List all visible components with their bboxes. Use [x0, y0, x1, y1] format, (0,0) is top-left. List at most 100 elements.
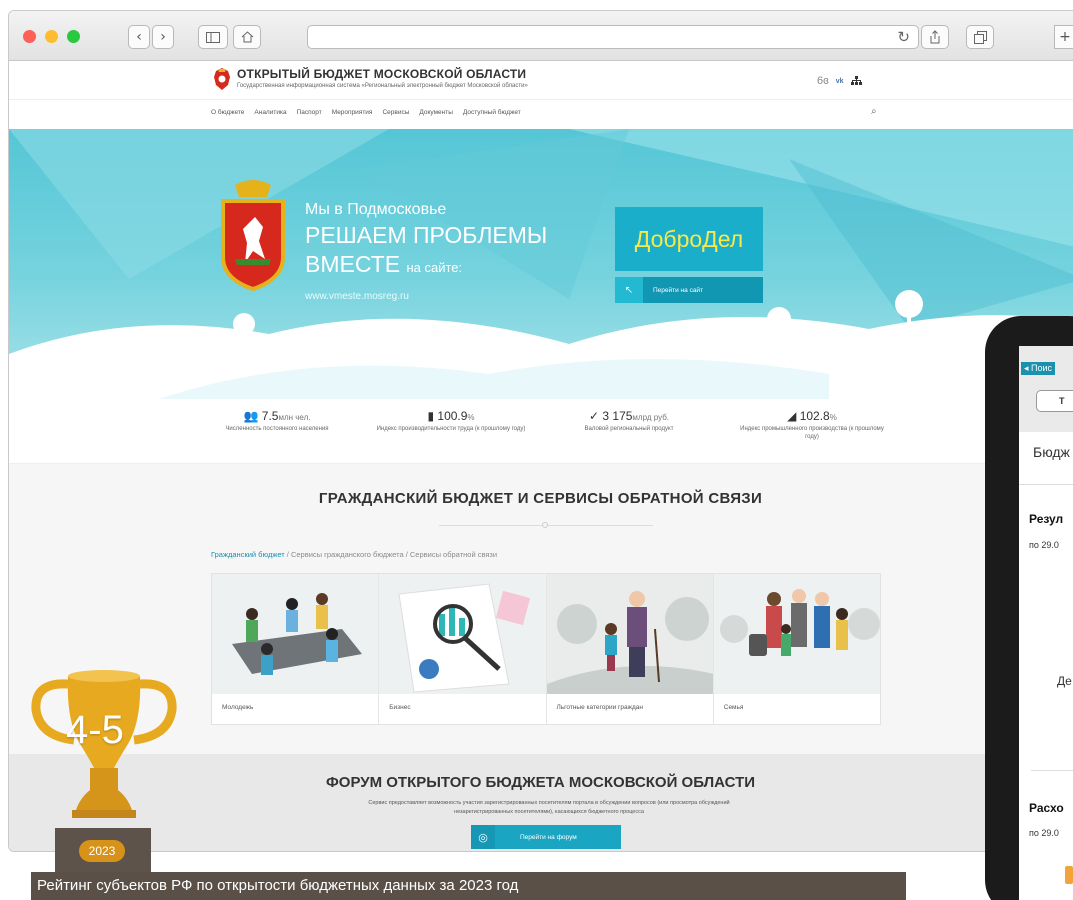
back-button[interactable]: ‹: [128, 25, 150, 49]
stat-unit: %: [467, 413, 475, 422]
nav-item-documents[interactable]: Документы: [419, 109, 453, 116]
zoom-window-button[interactable]: [67, 30, 80, 43]
nav-item-services[interactable]: Сервисы: [382, 109, 409, 116]
stat-population: 👥 7.5млн чел. Численность постоянного на…: [202, 409, 352, 433]
banner-line3-big: ВМЕСТЕ: [305, 251, 401, 277]
banner-line3: ВМЕСТЕ на сайте:: [305, 251, 462, 278]
card-caption: Молодежь: [222, 704, 254, 711]
stat-label: Численность постоянного населения: [225, 426, 329, 432]
phone-section-expenses: Расхо: [1029, 801, 1064, 815]
card-family[interactable]: Семья: [713, 574, 880, 724]
forward-button[interactable]: ›: [152, 25, 174, 49]
site-header: ОТКРЫТЫЙ БЮДЖЕТ МОСКОВСКОЙ ОБЛАСТИ Госуд…: [9, 61, 1073, 99]
plus-icon: +: [1059, 29, 1071, 45]
banner-url[interactable]: www.vmeste.mosreg.ru: [305, 291, 409, 302]
sidebar-button[interactable]: [198, 25, 228, 49]
share-button[interactable]: [921, 25, 949, 49]
stat-label: Валовой региональный продукт: [584, 426, 674, 432]
phone-section-results: Резул: [1029, 512, 1064, 526]
card-caption: Льготные категории граждан: [556, 704, 643, 711]
sidebar-icon: [206, 31, 220, 43]
phone-tab-button[interactable]: Т: [1036, 390, 1073, 412]
screenshot: ‹ › ↻ + ОТКРЫТЫЙ БЮДЖЕТ МОСКОВСКОЙ ОБЛАС…: [0, 0, 1073, 900]
card-youth[interactable]: Молодежь: [212, 574, 380, 724]
banner-background: [9, 129, 1073, 399]
stat-industrial: ◢ 102.8% Индекс промышленного производст…: [737, 409, 887, 441]
browser-toolbar: ‹ › ↻ +: [9, 11, 1073, 61]
card-image: [713, 574, 880, 694]
nav-item-accessible-budget[interactable]: Доступный бюджет: [463, 109, 521, 116]
search-icon[interactable]: ⌕: [871, 106, 877, 117]
stat-value: 100.9: [437, 409, 468, 423]
dobrodel-logo[interactable]: ДоброДел: [615, 207, 763, 271]
tabs-button[interactable]: [966, 25, 994, 49]
card-caption: Бизнес: [389, 704, 411, 711]
nav-item-passport[interactable]: Паспорт: [297, 109, 322, 116]
divider: [1019, 484, 1073, 485]
moscow-oblast-emblem-icon: [221, 180, 285, 291]
card-caption: Семья: [723, 704, 744, 711]
share-icon: [930, 30, 940, 44]
breadcrumb-civic-budget[interactable]: Гражданский бюджет: [211, 550, 285, 559]
cursor-icon: ↖: [615, 277, 643, 303]
sitemap-icon[interactable]: [850, 76, 862, 86]
divider-dot: [542, 522, 548, 528]
breadcrumb-feedback-services: Сервисы обратной связи: [409, 550, 498, 559]
award-year-badge: 2023: [79, 840, 125, 862]
banner-line2: РЕШАЕМ ПРОБЛЕМЫ: [305, 222, 548, 248]
go-to-site-button[interactable]: ↖ Перейти на сайт: [615, 277, 763, 303]
header-icons: 6ɞ vk: [817, 75, 862, 87]
phone-date: по 29.0: [1029, 828, 1059, 838]
breadcrumb-civic-services[interactable]: Сервисы гражданского бюджета: [291, 550, 404, 559]
chat-icon: ◎: [471, 825, 495, 849]
card-benefit-categories[interactable]: Льготные категории граждан: [546, 574, 714, 724]
stat-value: 3 175: [602, 409, 633, 423]
award-caption: Рейтинг субъектов РФ по открытости бюдже…: [31, 872, 906, 900]
coat-of-arms-icon[interactable]: [211, 67, 233, 91]
section-title: ГРАЖДАНСКИЙ БЮДЖЕТ И СЕРВИСЫ ОБРАТНОЙ СВ…: [318, 490, 763, 507]
site-title[interactable]: ОТКРЫТЫЙ БЮДЖЕТ МОСКОВСКОЙ ОБЛАСТИ: [237, 67, 526, 81]
nav-item-about-budget[interactable]: О бюджете: [211, 109, 244, 116]
stat-value: 102.8: [799, 409, 830, 423]
close-window-button[interactable]: [23, 30, 36, 43]
card-business[interactable]: Бизнес: [379, 574, 547, 724]
business-illustration: [379, 574, 546, 694]
banner-line1: Мы в Подмосковье: [305, 201, 447, 218]
hero-banner[interactable]: Мы в Подмосковье РЕШАЕМ ПРОБЛЕМЫ ВМЕСТЕ …: [9, 129, 1073, 399]
banner-line3-small: на сайте:: [406, 260, 463, 275]
breadcrumb: Гражданский бюджет / Сервисы гражданског…: [211, 550, 498, 559]
stat-unit: млрд руб.: [632, 413, 669, 422]
chevron-left-icon: ‹: [136, 29, 142, 45]
elderly-illustration: [546, 574, 713, 694]
forum-description: Сервис предоставляет возможность участия…: [368, 800, 730, 815]
award-rank: 4-5: [66, 708, 124, 752]
divider: [1031, 770, 1073, 771]
site-subtitle: Государственная информационная система «…: [237, 83, 528, 89]
area-chart-icon: ◢: [787, 409, 797, 423]
go-to-forum-button[interactable]: ◎ Перейти на форум: [471, 825, 621, 849]
youth-illustration: [212, 574, 379, 694]
stat-label: Индекс промышленного производства (к про…: [740, 426, 884, 440]
accessibility-glasses-icon[interactable]: 6ɞ: [817, 75, 829, 87]
category-cards: Молодежь Бизнес Льготные категории гражд…: [211, 573, 881, 725]
phone-header: ◂ Поис Т: [1019, 346, 1073, 432]
home-button[interactable]: [233, 25, 261, 49]
stat-value: 7.5: [261, 409, 279, 423]
stat-unit: %: [829, 413, 837, 422]
chart-fragment: [1065, 866, 1073, 884]
card-image: [212, 574, 379, 694]
reload-icon[interactable]: ↻: [897, 28, 910, 46]
phone-date: по 29.0: [1029, 540, 1059, 550]
family-illustration: [713, 574, 880, 694]
stats-bar: 👥 7.5млн чел. Численность постоянного на…: [9, 399, 1073, 464]
bar-chart-icon: ▮: [427, 409, 435, 423]
vk-icon[interactable]: vk: [836, 78, 844, 85]
address-bar[interactable]: ↻: [307, 25, 919, 49]
phone-back-button[interactable]: ◂ Поис: [1021, 362, 1056, 375]
new-tab-button[interactable]: +: [1054, 25, 1073, 49]
card-image: [379, 574, 546, 694]
stat-unit: млн чел.: [278, 413, 311, 422]
minimize-window-button[interactable]: [45, 30, 58, 43]
nav-item-events[interactable]: Мероприятия: [332, 109, 373, 116]
nav-item-analytics[interactable]: Аналитика: [254, 109, 286, 116]
